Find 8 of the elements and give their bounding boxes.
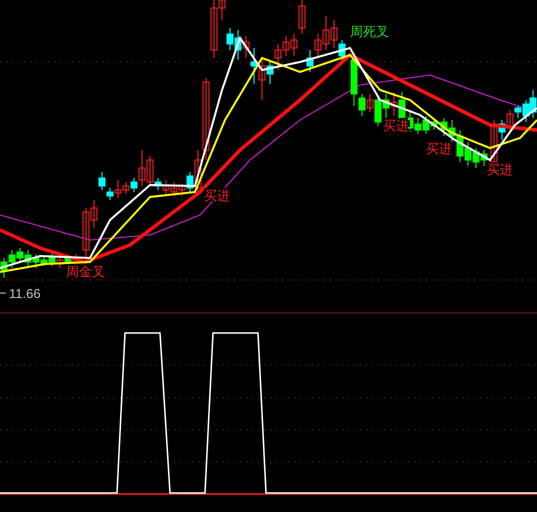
signal-label: 买进 xyxy=(383,118,409,133)
price-marker-icon xyxy=(0,292,6,294)
signal-label: 买进 xyxy=(487,162,513,177)
signal-label: 周死叉 xyxy=(350,24,389,39)
signal-label: 周金叉 xyxy=(66,264,105,279)
price-label: 11.66 xyxy=(9,286,41,301)
signal-label: 买进 xyxy=(204,188,230,203)
signal-label: 买进 xyxy=(426,141,452,156)
